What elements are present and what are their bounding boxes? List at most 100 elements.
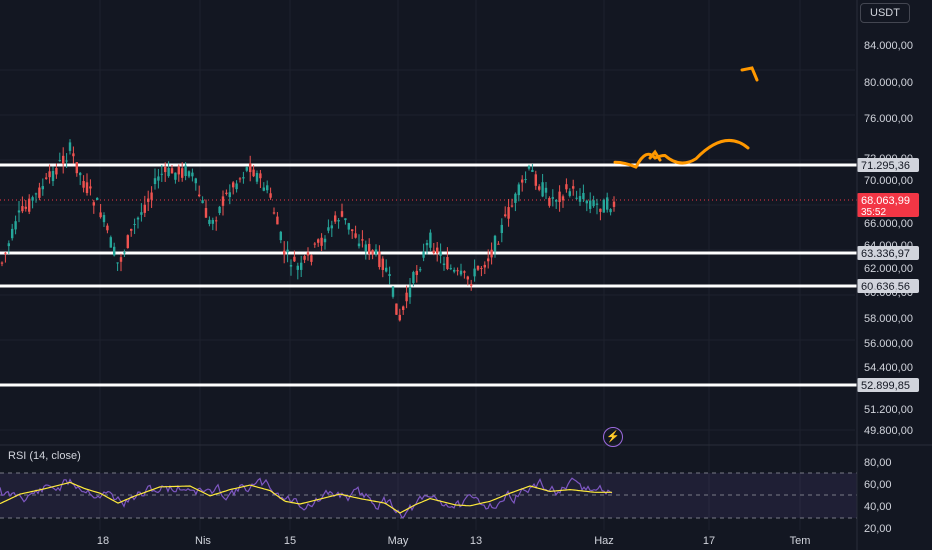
candle-body <box>487 258 490 262</box>
candle-body <box>371 250 374 255</box>
candle-body <box>507 207 510 219</box>
rsi-tick-label: 60,00 <box>864 479 892 491</box>
candle-body <box>4 252 7 254</box>
candle-body <box>398 314 401 321</box>
projection-path[interactable] <box>613 139 750 169</box>
candle-body <box>99 212 102 218</box>
candle-body <box>41 186 44 190</box>
candle-body <box>337 220 340 222</box>
time-tick-label: 15 <box>284 535 296 547</box>
candle-body <box>442 263 446 265</box>
price-tick-label: 64.000,00 <box>864 240 913 252</box>
candle-body <box>334 215 337 222</box>
currency-badge[interactable]: USDT <box>860 3 910 23</box>
candle-body <box>446 257 449 269</box>
candle-body <box>174 172 177 180</box>
candle-body <box>466 276 469 280</box>
price-tick-label: 51.200,00 <box>864 404 913 416</box>
lightning-icon[interactable]: ⚡ <box>603 427 623 447</box>
candle-body <box>364 244 367 252</box>
time-tick-label: 13 <box>470 535 482 547</box>
candle-body <box>269 193 272 198</box>
candle-body <box>490 249 493 258</box>
candle-body <box>432 250 435 254</box>
candle-body <box>225 192 228 194</box>
candle-body <box>361 239 364 241</box>
price-axis[interactable]: 84.000,00 80.000,00 76.000,00 72.000,00 70.0… <box>856 0 913 550</box>
candle-body <box>48 171 51 178</box>
candle-body <box>500 224 503 234</box>
chart-stage[interactable]: 71.295,36 63.336,97 60.636,56 52.899,85 68.0… <box>0 0 932 550</box>
horizontal-levels[interactable]: 71.295,3663.336,9760.636,5652.899,8568.0… <box>0 158 919 392</box>
candle-body <box>62 155 65 164</box>
candle-body <box>524 179 527 181</box>
price-tick-label: 84.000,00 <box>864 40 913 52</box>
candle-body <box>109 237 112 248</box>
grid <box>0 0 855 530</box>
candle-body <box>320 237 323 246</box>
rsi-tick-label: 80,00 <box>864 457 892 469</box>
candle-body <box>7 243 10 247</box>
candle-body <box>521 179 524 183</box>
candle-body <box>279 231 282 241</box>
candles <box>0 139 616 322</box>
candle-body <box>21 206 24 212</box>
price-tick-label: 80.000,00 <box>864 77 913 89</box>
candle-body <box>150 192 153 200</box>
candle-body <box>436 247 439 254</box>
time-tick-label: 17 <box>703 535 715 547</box>
projection-drawing[interactable] <box>613 66 759 169</box>
candle-body <box>85 182 89 194</box>
candle-body <box>612 201 616 207</box>
candle-body <box>609 209 612 213</box>
candle-body <box>262 187 265 191</box>
candle-body <box>255 173 259 182</box>
time-axis[interactable]: 18 Nis 15 May 13 Haz 17 Tem <box>97 535 811 547</box>
candle-body <box>177 166 180 175</box>
candle-body <box>65 160 68 162</box>
candle-body <box>133 223 136 225</box>
price-tick-label: 72.000,00 <box>864 153 913 165</box>
candle-body <box>245 167 248 171</box>
candle-body <box>215 220 218 222</box>
candle-body <box>470 283 473 286</box>
price-chart[interactable]: 71.295,3663.336,9760.636,5652.899,8568.0… <box>0 0 932 550</box>
candle-body <box>531 169 534 172</box>
candle-body <box>395 303 398 315</box>
candle-body <box>106 225 109 231</box>
candle-body <box>147 198 150 202</box>
candle-body <box>402 306 405 310</box>
candle-body <box>555 199 558 202</box>
candle-body <box>313 243 316 245</box>
price-tick-label: 54.400,00 <box>864 362 913 374</box>
candle-body <box>58 160 61 162</box>
candle-body <box>534 174 537 186</box>
candle-body <box>164 166 167 173</box>
candle-body <box>259 173 262 179</box>
candle-body <box>480 267 483 269</box>
candle-body <box>126 235 129 249</box>
candle-body <box>272 212 276 214</box>
price-tick-label: 58.000,00 <box>864 313 913 325</box>
candle-body <box>24 206 27 209</box>
candle-body <box>96 197 99 201</box>
candle-body <box>38 187 41 198</box>
candle-body <box>310 255 313 262</box>
candle-body <box>242 177 245 179</box>
candle-body <box>561 196 565 201</box>
candle-body <box>456 270 459 272</box>
rsi-title[interactable]: RSI (14, close) <box>8 450 81 462</box>
candle-body <box>548 197 551 206</box>
candle-body <box>45 177 48 179</box>
price-tick-label: 76.000,00 <box>864 113 913 125</box>
candle-body <box>252 169 255 177</box>
candle-body <box>123 252 126 254</box>
candle-body <box>602 199 605 213</box>
candle-body <box>606 197 609 210</box>
candle-body <box>476 265 480 270</box>
candle-body <box>79 172 82 176</box>
candle-body <box>405 292 408 302</box>
candle-body <box>218 206 221 214</box>
rsi-tick-label: 40,00 <box>864 501 892 513</box>
candle-body <box>136 217 140 220</box>
